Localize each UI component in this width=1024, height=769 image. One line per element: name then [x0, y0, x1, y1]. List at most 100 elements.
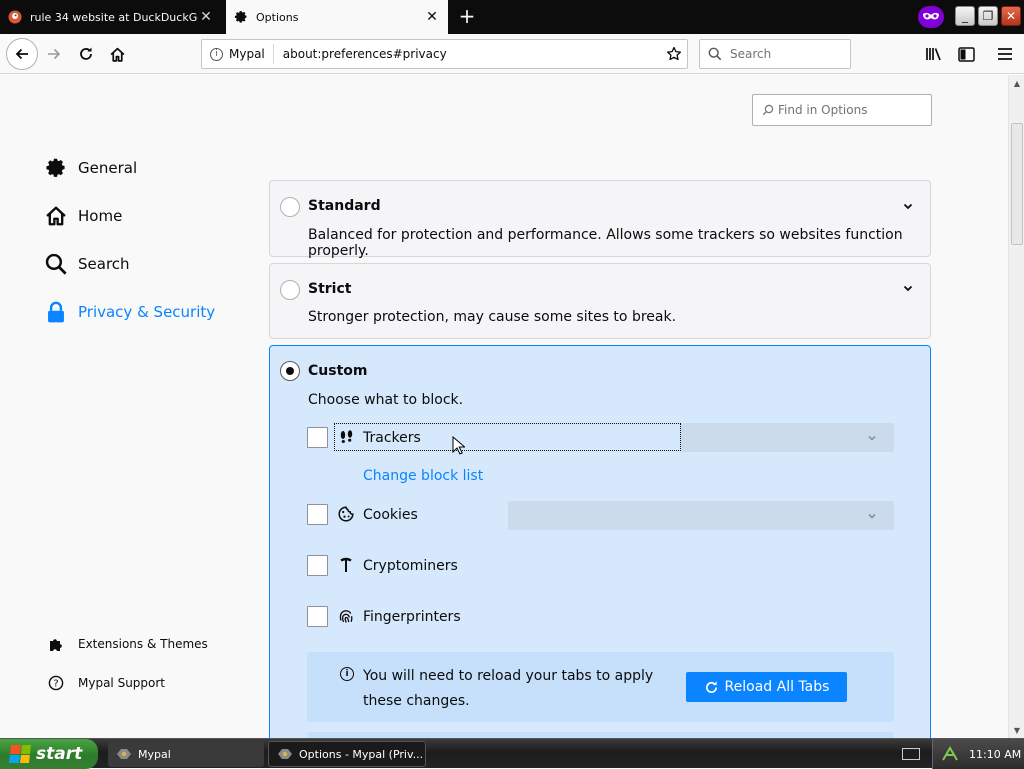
- find-placeholder: Find in Options: [778, 103, 868, 117]
- standard-description: Balanced for protection and performance.…: [308, 227, 903, 259]
- hamburger-menu-icon: [998, 48, 1012, 60]
- search-icon: [708, 47, 722, 61]
- reload-icon: [80, 47, 92, 60]
- search-placeholder: Search: [730, 47, 772, 61]
- site-identity-button[interactable]: i Mypal: [202, 44, 274, 64]
- cookies-checkbox[interactable]: [307, 504, 328, 525]
- bookmark-star-icon[interactable]: [661, 46, 687, 62]
- strict-radio[interactable]: [280, 280, 300, 300]
- mypal-icon: [116, 747, 132, 761]
- url-text[interactable]: about:preferences#privacy: [274, 47, 661, 61]
- standard-title: Standard: [308, 198, 381, 214]
- taskbar: start Mypal Options - Mypal (Priv... 11:…: [0, 738, 1024, 769]
- minimize-button[interactable]: _: [955, 6, 975, 26]
- reload-button[interactable]: [72, 40, 100, 68]
- library-icon: [926, 48, 941, 61]
- lock-icon: [44, 300, 68, 324]
- library-button[interactable]: [920, 40, 948, 68]
- scrollbar-thumb[interactable]: [1011, 123, 1023, 245]
- scroll-up-arrow-icon[interactable]: ▲: [1010, 76, 1024, 90]
- trackers-checkbox[interactable]: [307, 427, 328, 448]
- tab-title: rule 34 website at DuckDuckGo: [30, 10, 198, 24]
- fingerprinters-checkbox[interactable]: [307, 606, 328, 627]
- change-block-list-link[interactable]: Change block list: [363, 468, 483, 484]
- forward-button[interactable]: [40, 40, 68, 68]
- footer-label: Mypal Support: [78, 676, 166, 690]
- tab-duckduckgo[interactable]: rule 34 website at DuckDuckGo ✕: [0, 0, 222, 34]
- task-label: Mypal: [138, 747, 171, 761]
- info-icon: i: [340, 667, 354, 681]
- search-icon: [762, 104, 774, 116]
- start-label: start: [36, 744, 83, 764]
- menu-button[interactable]: [991, 40, 1019, 68]
- info-icon: i: [210, 47, 223, 61]
- clock[interactable]: 11:10 AM: [969, 748, 1021, 761]
- close-tab-icon[interactable]: ✕: [424, 9, 440, 25]
- restore-button[interactable]: ❐: [978, 6, 998, 26]
- category-general[interactable]: General: [44, 156, 137, 180]
- task-label: Options - Mypal (Priv...: [299, 747, 424, 761]
- tab-options[interactable]: Options ✕: [226, 0, 448, 34]
- chevron-down-icon: [868, 435, 876, 441]
- strict-description: Stronger protection, may cause some site…: [308, 309, 677, 325]
- category-home[interactable]: Home: [44, 204, 122, 228]
- category-privacy-security[interactable]: Privacy & Security: [44, 300, 215, 324]
- custom-protection-option: Custom Choose what to block. Trackers Ch…: [269, 345, 931, 738]
- category-label: General: [78, 159, 138, 177]
- sidebar-button[interactable]: [952, 40, 980, 68]
- vertical-scrollbar[interactable]: ▲ ▼: [1008, 75, 1024, 738]
- chevron-down-icon: [903, 285, 913, 292]
- custom-description: Choose what to block.: [308, 392, 464, 408]
- trackers-label[interactable]: Trackers: [363, 430, 421, 446]
- url-bar[interactable]: i Mypal about:preferences#privacy: [201, 39, 688, 69]
- search-bar[interactable]: Search: [699, 39, 851, 69]
- taskbar-item-mypal[interactable]: Mypal: [108, 741, 264, 767]
- forward-arrow-icon: [48, 48, 61, 60]
- mypal-icon: [277, 747, 293, 761]
- support-link[interactable]: ? Mypal Support: [47, 674, 165, 692]
- start-button[interactable]: start: [0, 739, 98, 769]
- extensions-themes-link[interactable]: Extensions & Themes: [47, 635, 208, 653]
- navigation-toolbar: i Mypal about:preferences#privacy Search: [0, 34, 1024, 74]
- home-button[interactable]: [103, 40, 131, 68]
- scroll-down-arrow-icon[interactable]: ▼: [1010, 723, 1024, 737]
- close-window-button[interactable]: ✕: [1001, 6, 1021, 26]
- chevron-down-icon: [868, 513, 876, 519]
- keyboard-icon[interactable]: [902, 748, 920, 760]
- cookies-dropdown[interactable]: [508, 501, 894, 530]
- pickaxe-icon: [338, 557, 354, 573]
- search-icon: [44, 252, 68, 276]
- svg-text:?: ?: [53, 679, 58, 690]
- network-icon[interactable]: [941, 746, 959, 762]
- back-arrow-icon: [15, 48, 28, 60]
- custom-radio[interactable]: [280, 361, 300, 381]
- category-label: Home: [78, 207, 123, 225]
- preferences-page: Find in Options General Home Search Priv…: [0, 75, 1008, 738]
- gear-icon: [234, 10, 248, 24]
- tab-strip: rule 34 website at DuckDuckGo ✕ Options …: [0, 0, 1024, 34]
- fingerprinters-label[interactable]: Fingerprinters: [363, 609, 461, 625]
- back-button[interactable]: [6, 38, 38, 70]
- private-browsing-mask-icon: [918, 6, 944, 28]
- category-search[interactable]: Search: [44, 252, 130, 276]
- trackers-dropdown[interactable]: [681, 423, 894, 452]
- new-tab-button[interactable]: +: [456, 6, 478, 28]
- reload-notice: i You will need to reload your tabs to a…: [307, 652, 894, 722]
- cryptominers-label[interactable]: Cryptominers: [363, 558, 458, 574]
- taskbar-item-options[interactable]: Options - Mypal (Priv...: [268, 741, 426, 767]
- identity-label: Mypal: [229, 47, 265, 61]
- reload-all-tabs-button[interactable]: Reload All Tabs: [686, 672, 847, 702]
- category-label: Privacy & Security: [78, 303, 216, 321]
- home-icon: [110, 47, 124, 62]
- tab-title: Options: [256, 10, 299, 24]
- standard-protection-option[interactable]: Standard Balanced for protection and per…: [269, 180, 931, 259]
- strict-protection-option[interactable]: Strict Stronger protection, may cause so…: [269, 263, 931, 339]
- find-in-options-input[interactable]: Find in Options: [752, 94, 932, 126]
- windows-flag-icon: [9, 745, 31, 763]
- cookies-label[interactable]: Cookies: [363, 507, 418, 523]
- cryptominers-checkbox[interactable]: [307, 555, 328, 576]
- standard-radio[interactable]: [280, 197, 300, 217]
- close-tab-icon[interactable]: ✕: [198, 9, 214, 25]
- scrolled-heading-remnant: [406, 151, 496, 157]
- strict-title: Strict: [308, 281, 352, 297]
